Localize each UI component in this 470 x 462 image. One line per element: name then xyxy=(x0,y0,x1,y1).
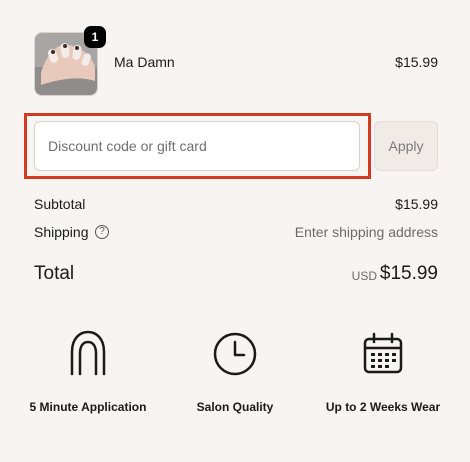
shipping-value: Enter shipping address xyxy=(294,224,438,240)
discount-code-input[interactable] xyxy=(34,121,360,171)
feature-quick-application: 5 Minute Application xyxy=(23,330,153,415)
nail-icon xyxy=(70,330,106,376)
apply-button[interactable]: Apply xyxy=(374,121,438,171)
total-amount: $15.99 xyxy=(379,263,438,284)
calendar-icon xyxy=(363,332,403,374)
feature-label: Salon Quality xyxy=(196,400,274,414)
total-label: Total xyxy=(34,263,75,284)
subtotal-value: $15.99 xyxy=(395,196,438,212)
quantity-badge: 1 xyxy=(84,26,106,48)
product-price: $15.99 xyxy=(395,54,438,70)
clock-icon xyxy=(213,332,257,376)
product-name: Ma Damn xyxy=(114,54,175,70)
question-circle-icon[interactable]: ? xyxy=(95,225,109,239)
subtotal-label: Subtotal xyxy=(34,196,86,212)
line-item: 1 Ma Damn $15.99 xyxy=(34,26,438,96)
feature-salon-quality: Salon Quality xyxy=(170,330,300,415)
feature-label: 5 Minute Application xyxy=(29,400,147,414)
shipping-label: Shipping xyxy=(34,224,89,240)
feature-long-wear: Up to 2 Weeks Wear xyxy=(318,330,448,415)
total-currency: USD xyxy=(351,269,377,283)
feature-label: Up to 2 Weeks Wear xyxy=(325,400,441,414)
